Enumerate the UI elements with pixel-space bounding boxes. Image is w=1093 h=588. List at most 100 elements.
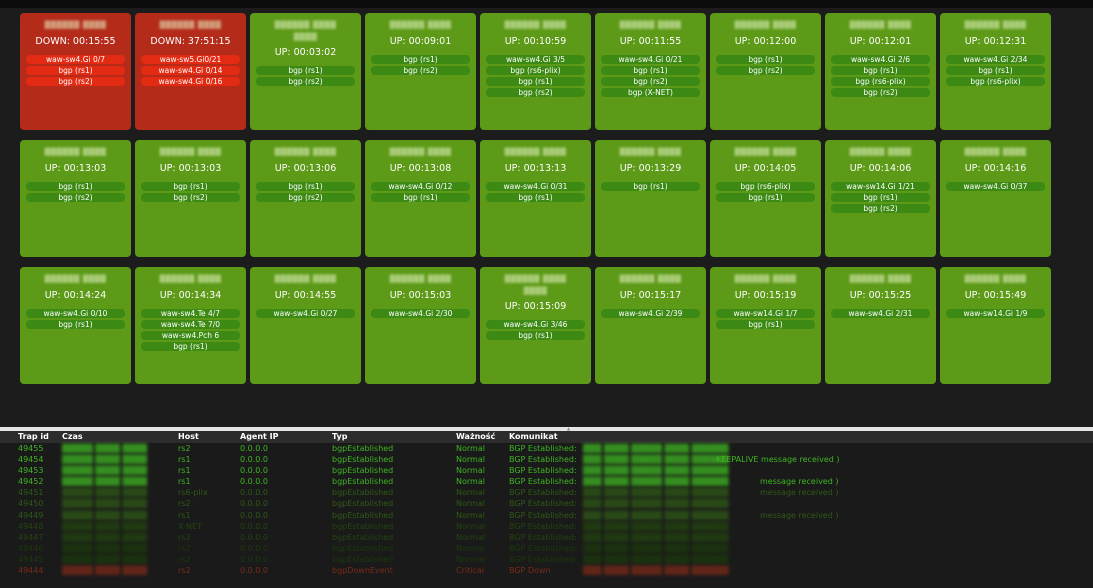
table-row[interactable]: 49444 █████ ████ ████ rs2 0.0.0.0 bgpDownEve… bbox=[0, 565, 1093, 576]
host-tile[interactable]: ██████ ████ UP: 00:14:16 waw-sw4.Gi 0/37 bbox=[940, 140, 1051, 257]
service-chip[interactable]: bgp (rs1) bbox=[946, 66, 1045, 75]
col-time[interactable]: Czas bbox=[62, 432, 83, 442]
service-chip[interactable]: waw-sw4.Gi 3/46 bbox=[486, 320, 585, 329]
service-chip[interactable]: bgp (rs6-plix) bbox=[831, 77, 930, 86]
service-chip[interactable]: bgp (rs2) bbox=[831, 204, 930, 213]
service-chip[interactable]: waw-sw4.Gi 2/6 bbox=[831, 55, 930, 64]
col-severity[interactable]: Ważność bbox=[456, 432, 495, 442]
service-chip[interactable]: bgp (rs6-plix) bbox=[716, 182, 815, 191]
service-chip[interactable]: bgp (rs1) bbox=[26, 320, 125, 329]
host-tile[interactable]: ██████ ████ UP: 00:15:03 waw-sw4.Gi 2/30 bbox=[365, 267, 476, 384]
service-chip[interactable]: bgp (rs2) bbox=[141, 193, 240, 202]
service-chip[interactable]: waw-sw14.Gi 1/21 bbox=[831, 182, 930, 191]
service-chip[interactable]: bgp (rs2) bbox=[371, 66, 470, 75]
service-chip[interactable]: waw-sw4.Gi 2/30 bbox=[371, 309, 470, 318]
table-row[interactable]: 49448 █████ ████ ████ X-NET 0.0.0.0 bgpEstab… bbox=[0, 521, 1093, 532]
service-chip[interactable]: waw-sw4.Gi 0/21 bbox=[601, 55, 700, 64]
host-tile[interactable]: ██████ ████ UP: 00:10:59 waw-sw4.Gi 3/5 bgp… bbox=[480, 13, 591, 130]
service-chip[interactable]: bgp (rs2) bbox=[831, 88, 930, 97]
host-tile[interactable]: ██████ ████ UP: 00:14:55 waw-sw4.Gi 0/27 bbox=[250, 267, 361, 384]
service-chip[interactable]: bgp (rs1) bbox=[601, 182, 700, 191]
service-chip[interactable]: bgp (rs2) bbox=[26, 77, 125, 86]
service-chip[interactable]: bgp (rs1) bbox=[831, 193, 930, 202]
host-tile[interactable]: ██████ ████ UP: 00:15:49 waw-sw14.Gi 1/9 bbox=[940, 267, 1051, 384]
service-chip[interactable]: bgp (rs1) bbox=[486, 331, 585, 340]
service-chip[interactable]: waw-sw4.Gi 2/31 bbox=[831, 309, 930, 318]
table-row[interactable]: 49455 █████ ████ ████ rs2 0.0.0.0 bgpEstabli… bbox=[0, 443, 1093, 454]
host-tile[interactable]: ██████ ████ UP: 00:15:25 waw-sw4.Gi 2/31 bbox=[825, 267, 936, 384]
service-chip[interactable]: waw-sw4.Gi 0/14 bbox=[141, 66, 240, 75]
host-tile[interactable]: ██████ ████ UP: 00:13:08 waw-sw4.Gi 0/12 bg… bbox=[365, 140, 476, 257]
host-tile[interactable]: ██████ ████ UP: 00:14:05 bgp (rs6-plix) bgp… bbox=[710, 140, 821, 257]
service-chip[interactable]: waw-sw4.Gi 0/7 bbox=[26, 55, 125, 64]
table-row[interactable]: 49446 █████ ████ ████ rs2 0.0.0.0 bgpEstabli… bbox=[0, 543, 1093, 554]
col-message[interactable]: Komunikat bbox=[509, 432, 558, 442]
service-chip[interactable]: waw-sw4.Gi 0/31 bbox=[486, 182, 585, 191]
host-tile[interactable]: ██████ ████ UP: 00:12:31 waw-sw4.Gi 2/34 bg… bbox=[940, 13, 1051, 130]
service-chip[interactable]: waw-sw4.Pch 6 bbox=[141, 331, 240, 340]
service-chip[interactable]: bgp (rs1) bbox=[256, 66, 355, 75]
table-row[interactable]: 49452 █████ ████ ████ rs1 0.0.0.0 bgpEstabli… bbox=[0, 476, 1093, 487]
host-tile[interactable]: ██████ ████ UP: 00:11:55 waw-sw4.Gi 0/21 bg… bbox=[595, 13, 706, 130]
service-chip[interactable]: bgp (rs6-plix) bbox=[946, 77, 1045, 86]
service-chip[interactable]: bgp (rs1) bbox=[371, 193, 470, 202]
service-chip[interactable]: bgp (rs1) bbox=[256, 182, 355, 191]
service-chip[interactable]: bgp (rs1) bbox=[141, 342, 240, 351]
service-chip[interactable]: waw-sw4.Gi 2/39 bbox=[601, 309, 700, 318]
service-chip[interactable]: bgp (X-NET) bbox=[601, 88, 700, 97]
service-chip[interactable]: bgp (rs2) bbox=[26, 193, 125, 202]
service-chip[interactable]: bgp (rs1) bbox=[26, 66, 125, 75]
service-chip[interactable]: waw-sw4.Gi 3/5 bbox=[486, 55, 585, 64]
service-chip[interactable]: waw-sw4.Gi 2/34 bbox=[946, 55, 1045, 64]
service-chip[interactable]: waw-sw4.Gi 0/37 bbox=[946, 182, 1045, 191]
host-tile[interactable]: ██████ ████ DOWN: 00:15:55 waw-sw4.Gi 0/7 b… bbox=[20, 13, 131, 130]
host-tile[interactable]: ██████ ████ ████ UP: 00:15:09 waw-sw4.Gi 3/… bbox=[480, 267, 591, 384]
host-tile[interactable]: ██████ ████ UP: 00:13:03 bgp (rs1) bgp (rs2… bbox=[20, 140, 131, 257]
col-agent-ip[interactable]: Agent IP bbox=[240, 432, 279, 442]
service-chip[interactable]: bgp (rs1) bbox=[486, 193, 585, 202]
table-row[interactable]: 49451 █████ ████ ████ rs6-plix 0.0.0.0 bgpEs… bbox=[0, 487, 1093, 498]
service-chip[interactable]: waw-sw5.Gi0/21 bbox=[141, 55, 240, 64]
host-tile[interactable]: ██████ ████ UP: 00:13:06 bgp (rs1) bgp (rs2… bbox=[250, 140, 361, 257]
service-chip[interactable]: waw-sw14.Gi 1/7 bbox=[716, 309, 815, 318]
service-chip[interactable]: bgp (rs2) bbox=[486, 88, 585, 97]
host-tile[interactable]: ██████ ████ UP: 00:12:00 bgp (rs1) bgp (rs2… bbox=[710, 13, 821, 130]
host-tile[interactable]: ██████ ████ DOWN: 37:51:15 waw-sw5.Gi0/21 w… bbox=[135, 13, 246, 130]
service-chip[interactable]: waw-sw4.Te 4/7 bbox=[141, 309, 240, 318]
col-trap-id[interactable]: Trap id bbox=[18, 432, 49, 442]
host-tile[interactable]: ██████ ████ UP: 00:13:13 waw-sw4.Gi 0/31 bg… bbox=[480, 140, 591, 257]
service-chip[interactable]: bgp (rs1) bbox=[26, 182, 125, 191]
table-row[interactable]: 49449 █████ ████ ████ rs1 0.0.0.0 bgpEstabli… bbox=[0, 510, 1093, 521]
host-tile[interactable]: ██████ ████ UP: 00:15:17 waw-sw4.Gi 2/39 bbox=[595, 267, 706, 384]
service-chip[interactable]: waw-sw4.Gi 0/16 bbox=[141, 77, 240, 86]
host-tile[interactable]: ██████ ████ UP: 00:09:01 bgp (rs1) bgp (rs2… bbox=[365, 13, 476, 130]
col-host[interactable]: Host bbox=[178, 432, 199, 442]
table-row[interactable]: 49450 █████ ████ ████ rs2 0.0.0.0 bgpEstabli… bbox=[0, 498, 1093, 509]
table-row[interactable]: 49453 █████ ████ ████ rs1 0.0.0.0 bgpEstabli… bbox=[0, 465, 1093, 476]
host-tile[interactable]: ██████ ████ UP: 00:13:03 bgp (rs1) bgp (rs2… bbox=[135, 140, 246, 257]
service-chip[interactable]: bgp (rs1) bbox=[831, 66, 930, 75]
host-tile[interactable]: ██████ ████ UP: 00:15:19 waw-sw14.Gi 1/7 bg… bbox=[710, 267, 821, 384]
service-chip[interactable]: bgp (rs2) bbox=[256, 193, 355, 202]
service-chip[interactable]: waw-sw4.Gi 0/12 bbox=[371, 182, 470, 191]
service-chip[interactable]: bgp (rs1) bbox=[716, 320, 815, 329]
service-chip[interactable]: waw-sw4.Te 7/0 bbox=[141, 320, 240, 329]
table-row[interactable]: 49445 █████ ████ ████ rs2 0.0.0.0 bgpEstabli… bbox=[0, 554, 1093, 565]
service-chip[interactable]: bgp (rs1) bbox=[371, 55, 470, 64]
service-chip[interactable]: waw-sw4.Gi 0/10 bbox=[26, 309, 125, 318]
service-chip[interactable]: bgp (rs1) bbox=[486, 77, 585, 86]
service-chip[interactable]: bgp (rs1) bbox=[141, 182, 240, 191]
host-tile[interactable]: ██████ ████ UP: 00:14:06 waw-sw14.Gi 1/21 b… bbox=[825, 140, 936, 257]
col-type[interactable]: Typ bbox=[332, 432, 347, 442]
host-tile[interactable]: ██████ ████ UP: 00:12:01 waw-sw4.Gi 2/6 bgp… bbox=[825, 13, 936, 130]
service-chip[interactable]: bgp (rs1) bbox=[716, 193, 815, 202]
host-tile[interactable]: ██████ ████ ████ UP: 00:03:02 bgp (rs1) bgp … bbox=[250, 13, 361, 130]
host-tile[interactable]: ██████ ████ UP: 00:14:34 waw-sw4.Te 4/7 waw… bbox=[135, 267, 246, 384]
service-chip[interactable]: bgp (rs2) bbox=[601, 77, 700, 86]
service-chip[interactable]: waw-sw4.Gi 0/27 bbox=[256, 309, 355, 318]
service-chip[interactable]: bgp (rs1) bbox=[716, 55, 815, 64]
service-chip[interactable]: waw-sw14.Gi 1/9 bbox=[946, 309, 1045, 318]
table-row[interactable]: 49454 █████ ████ ████ rs1 0.0.0.0 bgpEstabli… bbox=[0, 454, 1093, 465]
service-chip[interactable]: bgp (rs2) bbox=[716, 66, 815, 75]
service-chip[interactable]: bgp (rs2) bbox=[256, 77, 355, 86]
